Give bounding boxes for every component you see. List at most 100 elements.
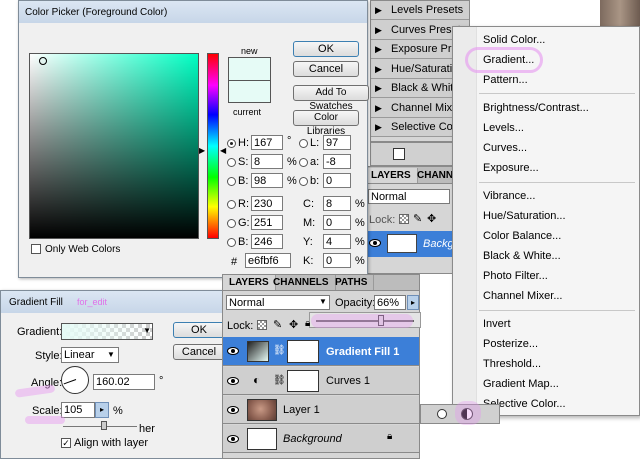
new-fill-layer-icon[interactable] [437, 409, 447, 419]
lock-move-icon[interactable]: ✥ [289, 318, 298, 331]
m-field[interactable]: 0 [323, 215, 351, 230]
visibility-eye-icon[interactable] [227, 406, 239, 414]
angle-dial[interactable] [61, 366, 89, 394]
style-dropdown-arrow[interactable]: ▼ [107, 350, 115, 359]
layer-row-background[interactable]: Background 🔒︎ [223, 425, 419, 453]
h-radio[interactable] [227, 139, 236, 148]
rgb-b-field[interactable]: 246 [251, 234, 283, 249]
s-field[interactable]: 8 [251, 154, 283, 169]
only-web-colors-checkbox[interactable] [31, 244, 41, 254]
preset-item[interactable]: ▶ Levels Presets [371, 1, 469, 20]
blend-mode-select[interactable]: Normal [226, 295, 330, 310]
c-field[interactable]: 8 [323, 196, 351, 211]
layer-row-layer-1[interactable]: Layer 1 [223, 396, 419, 424]
scale-field[interactable]: 105 [61, 402, 95, 418]
tab-channels[interactable]: CHANNELS [267, 275, 336, 290]
gradient-layer-thumbnail [247, 341, 269, 362]
y-unit: % [355, 236, 365, 248]
tab-paths[interactable]: PATHS [329, 275, 375, 290]
menu-item-exposure[interactable]: Exposure... [483, 161, 539, 175]
l-radio[interactable] [299, 139, 308, 148]
rgb-b-radio[interactable] [227, 238, 236, 247]
layer-lock-icon: 🔒︎ [387, 431, 393, 442]
menu-item-hue-saturation[interactable]: Hue/Saturation... [483, 209, 566, 223]
a-field[interactable]: -8 [323, 154, 351, 169]
a-label: a: [310, 156, 320, 168]
scale-slider-track[interactable] [63, 426, 137, 427]
k-field[interactable]: 0 [323, 253, 351, 268]
y-field[interactable]: 4 [323, 234, 351, 249]
r-field[interactable]: 230 [251, 196, 283, 211]
visibility-eye-icon[interactable] [227, 347, 239, 355]
ok-button[interactable]: OK [293, 41, 359, 57]
clip-icon[interactable] [393, 148, 405, 160]
layer-mask-thumbnail[interactable] [287, 370, 319, 392]
scale-stepper-button[interactable]: ▸ [95, 402, 109, 418]
menu-item-curves[interactable]: Curves... [483, 141, 527, 155]
layer-row-gradient-fill[interactable]: ⛓ Gradient Fill 1 [223, 337, 419, 366]
l-field[interactable]: 97 [323, 135, 351, 150]
hex-field[interactable]: e6fbf6 [245, 253, 291, 268]
visibility-eye-icon[interactable] [227, 435, 239, 443]
color-field[interactable] [29, 53, 199, 239]
lab-b-radio[interactable] [299, 177, 308, 186]
lock-move-icon[interactable]: ✥ [427, 212, 436, 225]
gradient-dropdown-arrow[interactable]: ▼ [143, 326, 151, 335]
tab-layers-back[interactable]: LAYERS [365, 168, 418, 183]
blend-mode-select-back[interactable]: Normal [368, 189, 450, 204]
visibility-eye-icon[interactable] [369, 239, 381, 247]
color-field-cursor[interactable] [39, 57, 47, 65]
lock-all-icon[interactable]: 🔒︎ [305, 318, 310, 329]
hue-slider[interactable] [207, 53, 219, 239]
layer-mask-thumbnail[interactable] [287, 340, 319, 363]
lock-brush-icon[interactable]: ✎ [273, 318, 282, 331]
menu-item-color-balance[interactable]: Color Balance... [483, 229, 561, 243]
lock-transparency-icon[interactable] [257, 320, 267, 330]
menu-item-pattern[interactable]: Pattern... [483, 73, 528, 87]
a-radio[interactable] [299, 158, 308, 167]
g-radio[interactable] [227, 219, 236, 228]
menu-item-solid-color[interactable]: Solid Color... [483, 33, 545, 47]
r-radio[interactable] [227, 200, 236, 209]
gradient-swatch[interactable]: ▼ [61, 323, 153, 340]
menu-item-vibrance[interactable]: Vibrance... [483, 189, 535, 203]
lock-brush-icon[interactable]: ✎ [413, 212, 422, 225]
menu-item-invert[interactable]: Invert [483, 317, 511, 331]
visibility-eye-icon[interactable] [227, 377, 239, 385]
scale-annotation-highlight [25, 416, 65, 424]
gradient-cancel-button[interactable]: Cancel [173, 344, 225, 360]
h-field[interactable]: 167 [251, 135, 283, 150]
menu-item-threshold[interactable]: Threshold... [483, 357, 541, 371]
angle-field[interactable]: 160.02 [93, 374, 155, 390]
blend-mode-dropdown-arrow[interactable]: ▼ [319, 297, 327, 306]
align-with-layer-checkbox[interactable]: ✓ [61, 438, 71, 448]
hex-label: # [231, 256, 238, 268]
menu-item-photo-filter[interactable]: Photo Filter... [483, 269, 548, 283]
current-color-swatch[interactable] [228, 80, 271, 103]
menu-item-gradient-map[interactable]: Gradient Map... [483, 377, 559, 391]
color-libraries-button[interactable]: Color Libraries [293, 110, 359, 137]
gradient-ok-button[interactable]: OK [173, 322, 225, 338]
lab-b-field[interactable]: 0 [323, 173, 351, 188]
layer-name: Gradient Fill 1 [326, 346, 400, 358]
add-to-swatches-button[interactable]: Add To Swatches [293, 85, 369, 112]
layer-row-curves[interactable]: ◐ ⛓ Curves 1 [223, 367, 419, 395]
opacity-stepper-button[interactable]: ▸ [407, 295, 419, 310]
scale-slider-thumb[interactable] [101, 421, 107, 430]
hue-slider-right-arrow[interactable]: ◀ [220, 146, 226, 155]
menu-item-levels[interactable]: Levels... [483, 121, 524, 135]
menu-item-channel-mixer[interactable]: Channel Mixer... [483, 289, 562, 303]
menu-item-black-white[interactable]: Black & White... [483, 249, 561, 263]
menu-item-posterize[interactable]: Posterize... [483, 337, 538, 351]
menu-item-brightness-contrast[interactable]: Brightness/Contrast... [483, 101, 589, 115]
cancel-button[interactable]: Cancel [293, 61, 359, 77]
scale-unit: % [113, 405, 123, 417]
b-field[interactable]: 98 [251, 173, 283, 188]
gradient-label: Gradient: [17, 326, 63, 338]
g-field[interactable]: 251 [251, 215, 283, 230]
s-radio[interactable] [227, 158, 236, 167]
b-radio[interactable] [227, 177, 236, 186]
lock-transparency-icon[interactable] [399, 214, 409, 224]
opacity-field[interactable]: 66% [374, 295, 406, 310]
hue-slider-left-arrow[interactable]: ▶ [199, 146, 205, 155]
